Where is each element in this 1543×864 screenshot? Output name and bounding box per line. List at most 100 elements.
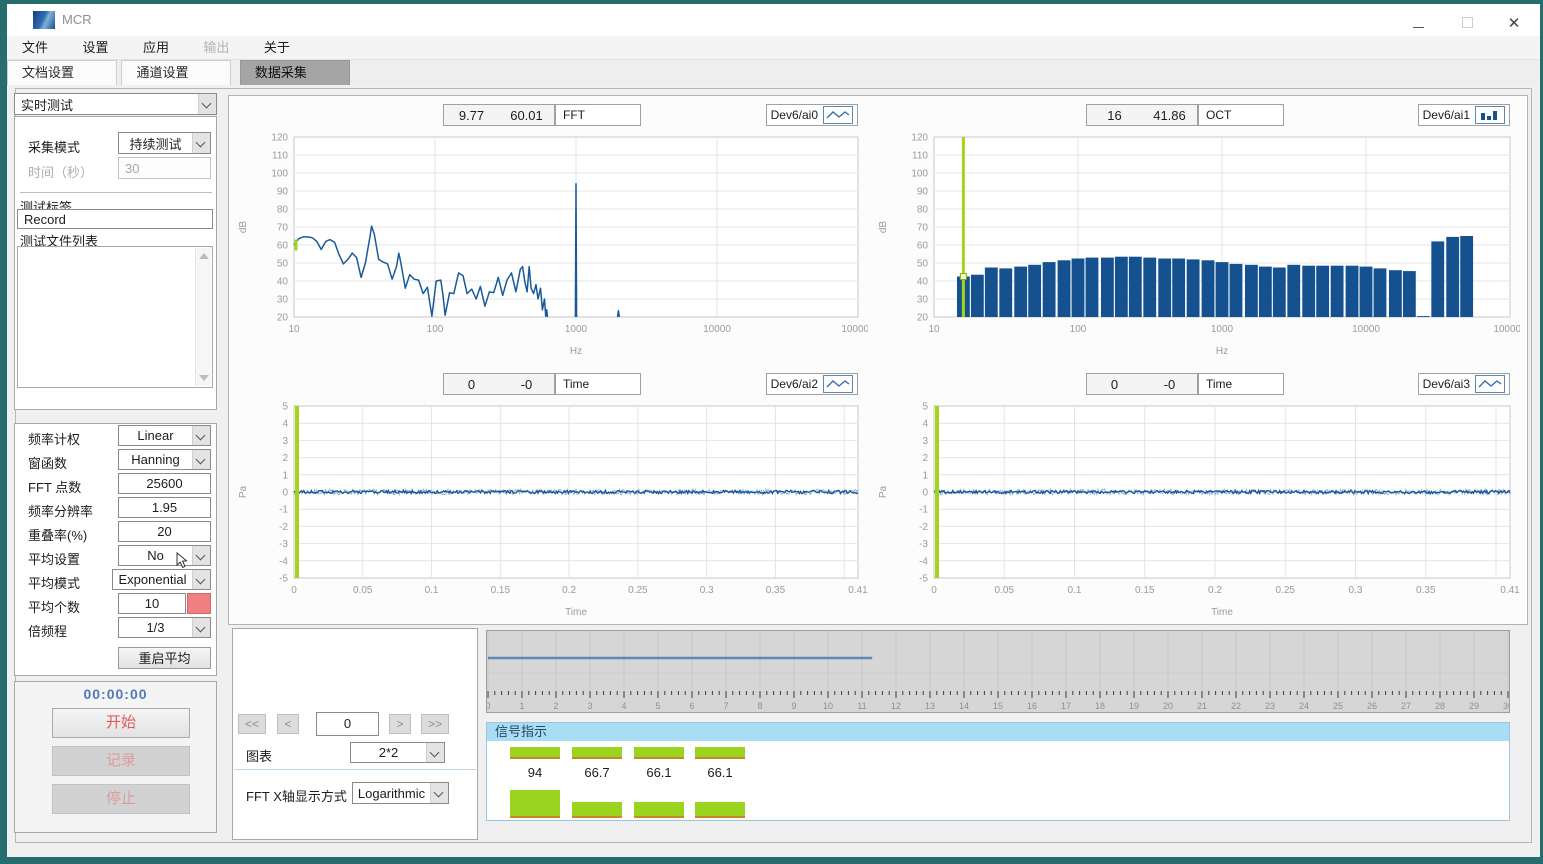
- line-chart-icon: [823, 106, 853, 124]
- time-seconds-label: 时间（秒）: [28, 162, 93, 181]
- chevron-down-icon: [192, 450, 210, 469]
- menu-application[interactable]: 应用: [128, 36, 184, 59]
- svg-text:1: 1: [519, 701, 524, 711]
- fft-plot[interactable]: 2030405060708090100110120101001000100001…: [232, 129, 868, 359]
- time-ai3-type-box[interactable]: Time: [1198, 373, 1284, 395]
- svg-text:60: 60: [917, 241, 929, 252]
- next-page-button[interactable]: >: [389, 714, 411, 734]
- time-ai3-plot[interactable]: -5-4-3-2-101234500.050.10.150.20.250.30.…: [872, 398, 1520, 620]
- svg-text:70: 70: [277, 223, 289, 234]
- freq-weighting-select[interactable]: Linear: [118, 425, 211, 446]
- signal-channel-2: 66.7: [572, 741, 622, 821]
- fft-type-box[interactable]: FFT: [555, 104, 641, 126]
- panel-divider: [234, 769, 476, 770]
- fft-cursor-readout: 9.77 60.01: [443, 104, 555, 126]
- menu-settings[interactable]: 设置: [67, 36, 123, 59]
- fft-axis-mode-select[interactable]: Logarithmic: [352, 782, 449, 804]
- time-ai3-channel-label: Dev6/ai3: [1423, 377, 1470, 391]
- svg-text:23: 23: [1265, 701, 1275, 711]
- signal-channel-4: 66.1: [695, 741, 745, 821]
- average-count-status-flag: [187, 593, 211, 614]
- svg-text:29: 29: [1469, 701, 1479, 711]
- test-file-listbox[interactable]: [17, 246, 213, 388]
- svg-text:-2: -2: [279, 522, 288, 533]
- maximize-button[interactable]: [1444, 8, 1490, 38]
- oct-chart-panel: 16 41.86 OCT Dev6/ai1 203040506070809010…: [872, 103, 1520, 359]
- svg-text:0.1: 0.1: [425, 585, 439, 596]
- svg-text:0.2: 0.2: [562, 585, 576, 596]
- svg-text:2: 2: [282, 453, 288, 464]
- svg-text:0.25: 0.25: [1275, 585, 1295, 596]
- last-page-button[interactable]: >>: [421, 714, 449, 734]
- prev-page-button[interactable]: <: [277, 714, 299, 734]
- svg-text:100: 100: [911, 169, 928, 180]
- page-index-field[interactable]: 0: [316, 712, 379, 736]
- menu-about[interactable]: 关于: [249, 36, 305, 59]
- svg-text:0: 0: [282, 488, 288, 499]
- time-ai2-channel-select[interactable]: Dev6/ai2: [766, 373, 858, 395]
- close-button[interactable]: ✕: [1491, 8, 1537, 38]
- chevron-down-icon: [426, 743, 444, 762]
- window-function-select[interactable]: Hanning: [118, 449, 211, 470]
- time-ai2-type-box[interactable]: Time: [555, 373, 641, 395]
- octave-select[interactable]: 1/3: [118, 617, 211, 638]
- svg-text:-5: -5: [279, 574, 288, 585]
- time-ai2-cursor-readout: 0 -0: [443, 373, 555, 395]
- time-ai3-channel-select[interactable]: Dev6/ai3: [1418, 373, 1510, 395]
- oct-channel-select[interactable]: Dev6/ai1: [1418, 104, 1510, 126]
- svg-text:0.35: 0.35: [1416, 585, 1436, 596]
- average-mode-value: Exponential: [113, 572, 192, 587]
- acquisition-mode-select[interactable]: 持续测试: [118, 132, 211, 154]
- tab-channel-settings[interactable]: 通道设置: [121, 60, 231, 85]
- svg-text:0: 0: [922, 488, 928, 499]
- svg-text:100000: 100000: [841, 324, 868, 335]
- overlap-input[interactable]: [118, 521, 211, 542]
- time-ai2-plot[interactable]: -5-4-3-2-101234500.050.10.150.20.250.30.…: [232, 398, 868, 620]
- svg-text:0.05: 0.05: [353, 585, 373, 596]
- acquisition-mode-value: 持续测试: [119, 134, 192, 153]
- signal-level-bar: [695, 802, 745, 818]
- oct-type-box[interactable]: OCT: [1198, 104, 1284, 126]
- chart-layout-select[interactable]: 2*2: [350, 742, 445, 763]
- fft-points-label: FFT 点数: [28, 477, 81, 496]
- start-button[interactable]: 开始: [52, 708, 190, 738]
- svg-text:40: 40: [277, 277, 289, 288]
- time-seconds-input: [118, 157, 211, 179]
- svg-text:7: 7: [723, 701, 728, 711]
- first-page-button[interactable]: <<: [238, 714, 266, 734]
- test-mode-select[interactable]: 实时测试: [14, 93, 217, 115]
- time-ai3-cursor-readout: 0 -0: [1086, 373, 1198, 395]
- svg-text:120: 120: [271, 133, 288, 144]
- freq-resolution-input[interactable]: [118, 497, 211, 518]
- svg-text:-1: -1: [279, 505, 288, 516]
- average-setting-select[interactable]: No: [118, 545, 211, 566]
- svg-text:Time: Time: [565, 607, 587, 618]
- tab-data-acquisition[interactable]: 数据采集: [240, 60, 350, 85]
- fft-points-input[interactable]: [118, 473, 211, 494]
- tab-document-settings[interactable]: 文档设置: [7, 60, 117, 85]
- group-divider: [20, 192, 212, 193]
- chart-layout-label: 图表: [246, 746, 272, 765]
- oct-plot[interactable]: 2030405060708090100110120101001000100001…: [872, 129, 1520, 359]
- record-timeline-panel[interactable]: 0123456789101112131415161718192021222324…: [486, 630, 1510, 713]
- fft-channel-select[interactable]: Dev6/ai0: [766, 104, 858, 126]
- listbox-scrollbar[interactable]: [195, 248, 211, 386]
- time-ai2-chart-panel: 0 -0 Time Dev6/ai2 -5-4-3-2-101234500.05…: [232, 372, 868, 620]
- scroll-up-icon: [199, 253, 209, 259]
- window-title: MCR: [62, 12, 92, 27]
- svg-text:0.15: 0.15: [491, 585, 511, 596]
- svg-text:0.1: 0.1: [1068, 585, 1082, 596]
- fft-chart-header: 9.77 60.01 FFT Dev6/ai0: [232, 103, 868, 129]
- record-tag-input[interactable]: [17, 209, 213, 229]
- menu-bar: 文件 设置 应用 输出 关于: [7, 36, 1540, 60]
- average-mode-select[interactable]: Exponential: [112, 569, 211, 590]
- restart-average-button[interactable]: 重启平均: [118, 647, 211, 669]
- svg-text:19: 19: [1129, 701, 1139, 711]
- svg-text:24: 24: [1299, 701, 1309, 711]
- menu-file[interactable]: 文件: [7, 36, 63, 59]
- average-count-input[interactable]: [118, 593, 186, 614]
- minimize-button[interactable]: [1395, 8, 1441, 38]
- svg-text:90: 90: [277, 187, 289, 198]
- time-ai2-chart-header: 0 -0 Time Dev6/ai2: [232, 372, 868, 398]
- oct-cursor-y: 41.86: [1142, 108, 1197, 123]
